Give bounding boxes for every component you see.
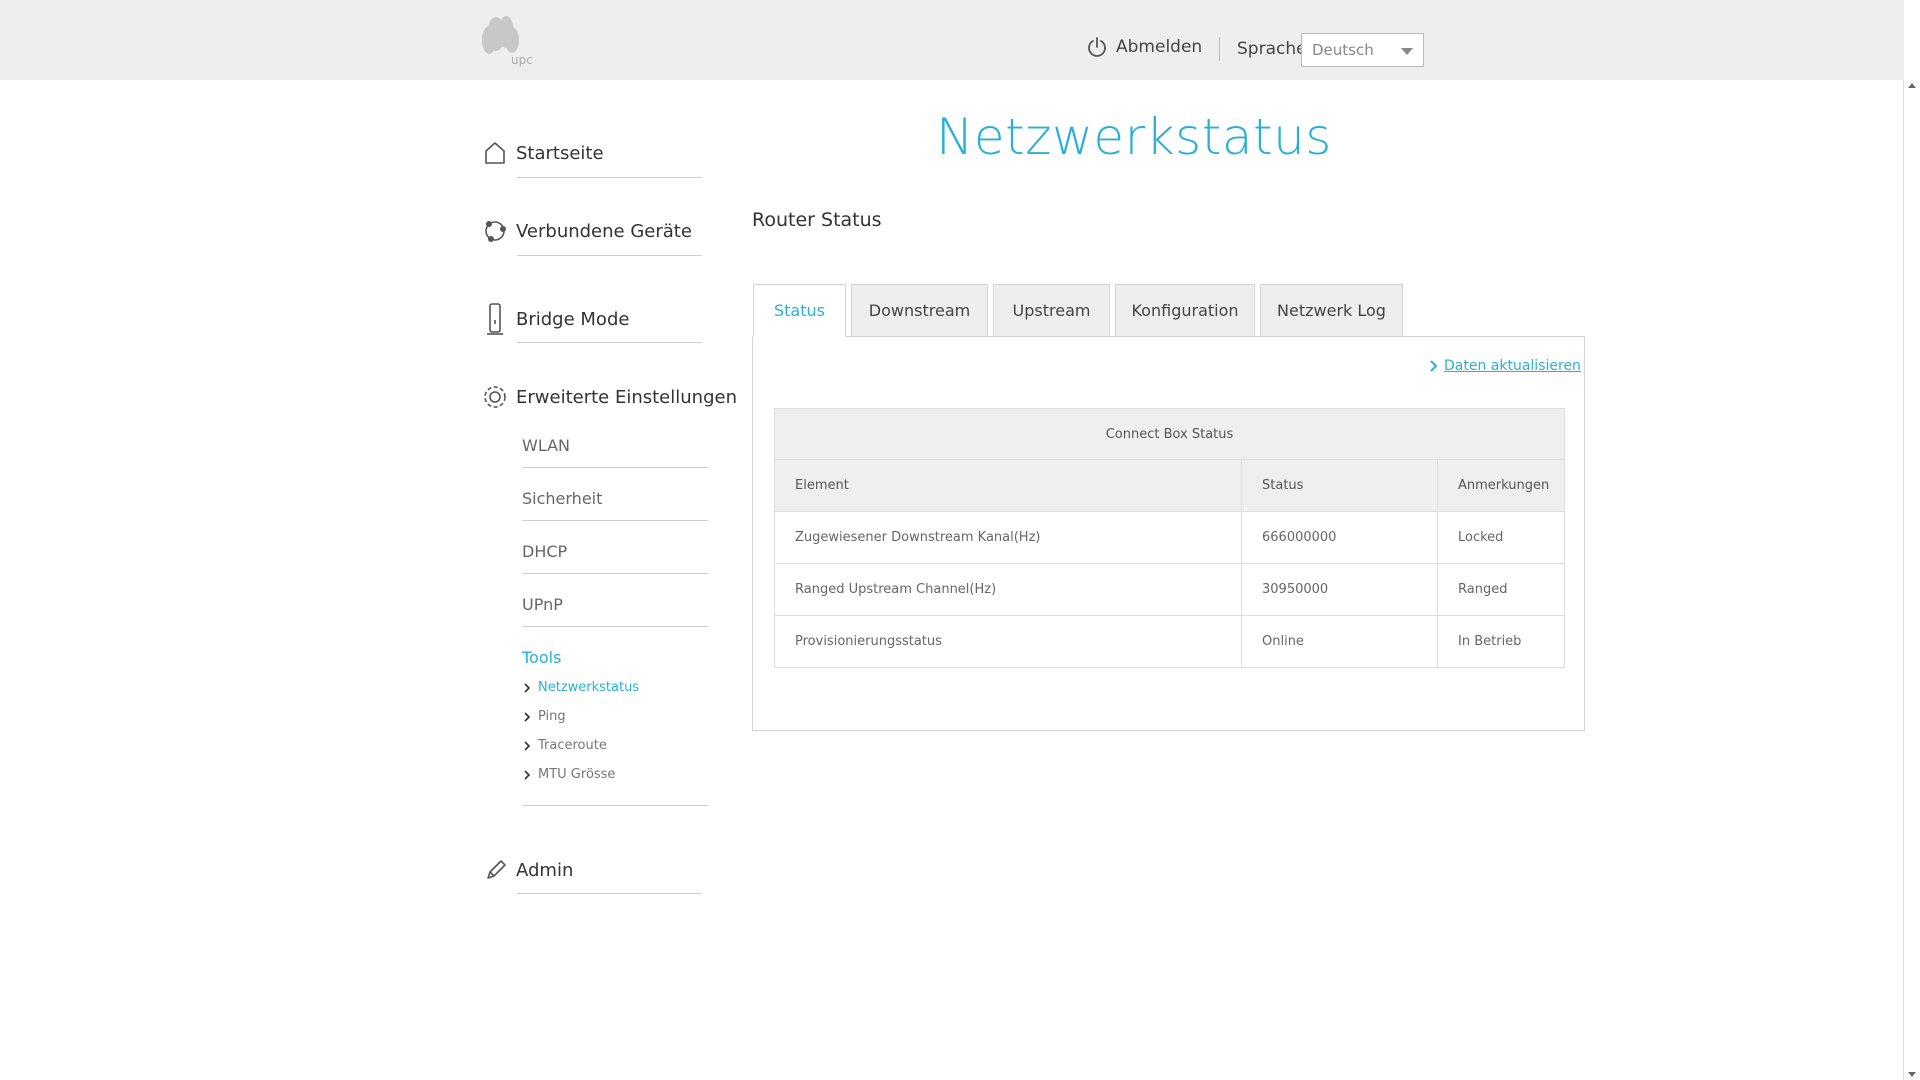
tab-konfiguration[interactable]: Konfiguration	[1115, 284, 1255, 337]
refresh-link-label: Daten aktualisieren	[1444, 358, 1581, 374]
header-divider	[1219, 37, 1220, 61]
table-cell: Provisionierungsstatus	[775, 616, 1242, 667]
table-cell: Ranged	[1458, 582, 1508, 597]
nav-divider	[522, 573, 708, 574]
nav-verbundene-geraete[interactable]: Verbundene Geräte	[482, 217, 692, 245]
nav-admin-label: Admin	[516, 859, 574, 881]
nav-divider	[517, 893, 702, 894]
logout-button[interactable]: Abmelden	[1086, 36, 1202, 58]
tools-item-label: Ping	[538, 709, 566, 724]
chevron-right-icon	[524, 769, 531, 780]
top-header: upc Abmelden Sprache Deutsch	[0, 0, 1904, 80]
router-icon	[487, 303, 503, 335]
chevron-right-icon	[524, 711, 531, 722]
table-header-cell: Element	[775, 460, 1242, 511]
table-cell: 30950000	[1242, 564, 1438, 615]
gear-icon	[484, 386, 506, 408]
tools-item-traceroute[interactable]: Traceroute	[524, 738, 607, 753]
table-cell: Ranged Upstream Channel(Hz)	[775, 564, 1242, 615]
home-icon	[485, 142, 505, 164]
tools-item-ping[interactable]: Ping	[524, 709, 566, 724]
vertical-scrollbar[interactable]	[1903, 80, 1920, 1080]
language-label: Sprache	[1237, 39, 1307, 59]
nav-divider	[517, 342, 702, 343]
chevron-right-icon	[1430, 360, 1438, 372]
page-title: Netzwerkstatus	[936, 108, 1332, 166]
power-icon	[1088, 37, 1106, 57]
table-cell: 666000000	[1242, 512, 1438, 563]
nav-verbundene-geraete-label: Verbundene Geräte	[516, 220, 692, 242]
language-selected-value: Deutsch	[1312, 41, 1374, 59]
nav-admin[interactable]: Admin	[482, 856, 573, 884]
chevron-right-icon	[524, 682, 531, 693]
tab-upstream[interactable]: Upstream	[993, 284, 1110, 337]
tools-item-label: MTU Grösse	[538, 767, 616, 782]
nav-divider	[522, 467, 708, 468]
table-caption: Connect Box Status	[775, 409, 1564, 459]
table-cell: In Betrieb	[1458, 634, 1522, 649]
refresh-link[interactable]: Daten aktualisieren	[1430, 358, 1581, 374]
status-table: Connect Box Status Element Status Anmerk…	[774, 408, 1565, 668]
table-cell: Locked	[1458, 530, 1504, 545]
devices-icon	[485, 221, 506, 242]
sidebar-item-wlan[interactable]: WLAN	[522, 436, 570, 455]
chevron-right-icon	[524, 740, 531, 751]
tab-downstream[interactable]: Downstream	[851, 284, 988, 337]
nav-erweiterte-einstellungen[interactable]: Erweiterte Einstellungen	[482, 383, 737, 411]
nav-divider	[517, 177, 702, 178]
table-row: Ranged Upstream Channel(Hz) 30950000 Ran…	[775, 563, 1564, 615]
nav-bridge-mode-label: Bridge Mode	[516, 308, 630, 330]
sidebar-item-dhcp[interactable]: DHCP	[522, 542, 567, 561]
nav-divider	[522, 805, 708, 806]
tools-item-label: Netzwerkstatus	[538, 680, 640, 695]
table-cell: Zugewiesener Downstream Kanal(Hz)	[775, 512, 1242, 563]
table-header-cell: Status	[1242, 460, 1438, 511]
chevron-down-icon	[1401, 48, 1413, 55]
tab-netzwerk-log[interactable]: Netzwerk Log	[1260, 284, 1403, 337]
logout-label: Abmelden	[1116, 37, 1203, 57]
nav-divider	[522, 520, 708, 521]
table-row: Provisionierungsstatus Online In Betrieb	[775, 615, 1564, 667]
table-cell: Online	[1242, 616, 1438, 667]
nav-bridge-mode[interactable]: Bridge Mode	[482, 302, 629, 336]
scroll-up-arrow-icon[interactable]	[1908, 83, 1916, 88]
table-row: Zugewiesener Downstream Kanal(Hz) 666000…	[775, 511, 1564, 563]
pencil-icon	[487, 860, 506, 879]
tools-item-label: Traceroute	[538, 738, 607, 753]
nav-startseite[interactable]: Startseite	[482, 139, 604, 167]
sidebar-item-sicherheit[interactable]: Sicherheit	[522, 489, 602, 508]
section-title: Router Status	[752, 209, 882, 231]
nav-divider	[522, 626, 708, 627]
sidebar-item-upnp[interactable]: UPnP	[522, 595, 563, 614]
tools-item-mtu-groesse[interactable]: MTU Grösse	[524, 767, 615, 782]
sidebar-item-tools[interactable]: Tools	[522, 648, 561, 667]
nav-erweiterte-einstellungen-label: Erweiterte Einstellungen	[516, 386, 737, 408]
nav-startseite-label: Startseite	[516, 142, 604, 164]
tab-status[interactable]: Status	[753, 284, 846, 337]
logo-text: upc	[511, 53, 533, 67]
table-header-row: Element Status Anmerkungen	[775, 459, 1564, 511]
tools-item-netzwerkstatus[interactable]: Netzwerkstatus	[524, 680, 639, 695]
table-header-cell: Anmerkungen	[1458, 478, 1550, 493]
nav-divider	[517, 255, 702, 256]
language-select[interactable]: Deutsch	[1301, 33, 1424, 67]
scroll-down-arrow-icon[interactable]	[1908, 1072, 1916, 1077]
